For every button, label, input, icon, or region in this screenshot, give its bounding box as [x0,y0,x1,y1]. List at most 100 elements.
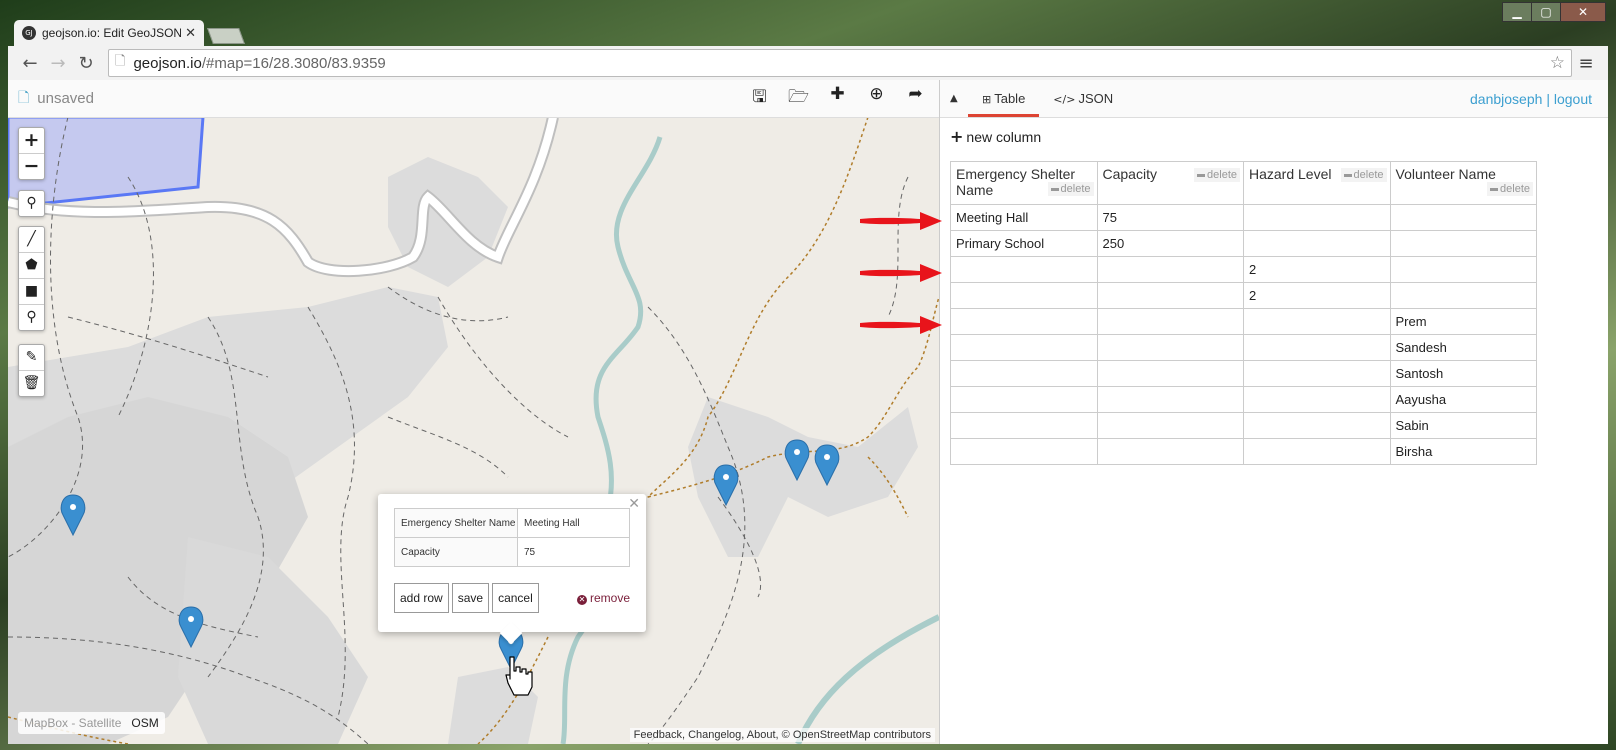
edit-layers-icon[interactable]: ✎ [19,345,44,371]
table-cell[interactable] [1389,282,1537,309]
table-cell[interactable] [1243,204,1391,231]
close-icon[interactable]: ✕ [628,496,640,512]
table-cell[interactable] [1096,438,1244,465]
map-header: 🗋 unsaved 🖫 🗁 ✚ ⊕ ➦ [8,80,939,118]
property-value[interactable]: Meeting Hall [517,508,630,538]
layer-satellite[interactable]: MapBox - Satellite [24,716,121,730]
draw-polygon-icon[interactable]: ⬟ [19,253,44,279]
table-row: Capacity 75 [394,537,630,567]
table-cell[interactable]: Sandesh [1389,334,1537,361]
new-column-button[interactable]: + new column [950,127,1608,146]
table-cell[interactable]: 250 [1096,230,1244,257]
delete-column-button[interactable]: delete [1340,168,1387,182]
cancel-button[interactable]: cancel [492,583,539,613]
table-cell[interactable] [1096,386,1244,413]
delete-column-button[interactable]: delete [1047,182,1094,196]
table-cell[interactable]: Primary School [950,230,1098,257]
table-cell[interactable] [1243,438,1391,465]
zoom-out-button[interactable]: − [19,154,44,179]
column-header[interactable]: Hazard Level delete [1243,161,1391,205]
table-cell[interactable] [950,438,1098,465]
property-key[interactable]: Capacity [394,537,518,567]
table-cell[interactable]: 2 [1243,256,1391,283]
table-row: Prem [950,308,1537,335]
delete-column-button[interactable]: delete [1487,182,1533,196]
table-cell[interactable] [950,256,1098,283]
table-cell[interactable]: Meeting Hall [950,204,1098,231]
layer-osm[interactable]: OSM [131,716,158,730]
table-cell[interactable] [1243,386,1391,413]
remove-button[interactable]: ✕ remove [576,591,630,605]
app-area: 🗋 unsaved 🖫 🗁 ✚ ⊕ ➦ + − ⚲ ╱ ⬟ ■ ⚲ ✎ 🗑 Ma… [8,80,1608,744]
draw-marker-icon[interactable]: ⚲ [19,305,44,330]
address-bar[interactable]: 🗋 geojson.io /#map=16/28.3080/83.9359 ☆ [108,49,1572,77]
table-cell[interactable]: Prem [1389,308,1537,335]
draw-rectangle-icon[interactable]: ■ [19,279,44,305]
map-canvas[interactable] [8,117,939,744]
table-cell[interactable] [950,360,1098,387]
table-cell[interactable] [950,282,1098,309]
forward-icon[interactable]: → [44,53,72,74]
search-icon[interactable]: ⚲ [19,191,44,216]
table-cell[interactable]: Aayusha [1389,386,1537,413]
column-header[interactable]: Volunteer Name delete [1389,161,1537,205]
table-cell[interactable] [1096,334,1244,361]
table-cell[interactable] [1389,204,1537,231]
close-tab-icon[interactable]: ✕ [185,25,196,41]
username-link[interactable]: danbjoseph [1470,91,1542,107]
map-attribution[interactable]: Feedback, Changelog, About, © OpenStreet… [629,728,935,742]
reload-icon[interactable]: ↻ [72,53,100,74]
property-value[interactable]: 75 [517,537,630,567]
bookmark-star-icon[interactable]: ☆ [1550,53,1565,73]
table-cell[interactable] [1243,308,1391,335]
property-key[interactable]: Emergency Shelter Name [394,508,518,538]
table-cell[interactable] [950,308,1098,335]
table-cell[interactable] [1096,308,1244,335]
tab-json[interactable]: </> JSON [1039,80,1127,117]
table-cell[interactable] [950,334,1098,361]
table-cell[interactable] [1389,230,1537,257]
table-cell[interactable] [1243,230,1391,257]
browser-menu-icon[interactable]: ≡ [1572,53,1600,74]
table-cell[interactable]: Sabin [1389,412,1537,439]
table-cell[interactable] [1096,282,1244,309]
back-icon[interactable]: ← [16,53,44,74]
delete-column-button[interactable]: delete [1194,168,1240,182]
table-cell[interactable] [1096,256,1244,283]
table-cell[interactable] [1096,412,1244,439]
table-cell[interactable] [950,386,1098,413]
table-cell[interactable] [1243,360,1391,387]
download-icon[interactable]: ⊕ [857,84,896,113]
share-icon[interactable]: ➦ [896,84,935,113]
collapse-caret-icon[interactable]: ▲ [950,93,968,104]
open-icon[interactable]: 🗁 [779,84,818,113]
browser-tab[interactable]: GJ geojson.io: Edit GeoJSON ✕ [14,20,204,46]
table-cell[interactable] [1389,256,1537,283]
new-tab-button[interactable] [207,28,245,44]
table-row: Sabin [950,412,1537,439]
close-window-button[interactable]: ✕ [1560,2,1606,22]
column-header[interactable]: Capacity delete [1096,161,1244,205]
table-cell[interactable]: Santosh [1389,360,1537,387]
table-cell[interactable] [950,412,1098,439]
table-cell[interactable] [1096,360,1244,387]
zoom-in-button[interactable]: + [19,128,44,154]
tab-table[interactable]: ⊞ Table [968,80,1040,117]
minus-icon [1197,173,1206,177]
column-header[interactable]: Emergency Shelter Name delete [950,161,1098,205]
table-cell[interactable]: 2 [1243,282,1391,309]
table-cell[interactable]: Birsha [1389,438,1537,465]
logout-link[interactable]: logout [1554,91,1592,107]
map-pane[interactable]: 🗋 unsaved 🖫 🗁 ✚ ⊕ ➦ + − ⚲ ╱ ⬟ ■ ⚲ ✎ 🗑 Ma… [8,80,940,744]
save-button[interactable]: save [451,583,490,613]
save-icon[interactable]: 🖫 [740,84,779,113]
table-cell[interactable]: 75 [1096,204,1244,231]
table-cell[interactable] [1243,334,1391,361]
add-row-button[interactable]: add row [394,583,449,613]
table-cell[interactable] [1243,412,1391,439]
trash-icon[interactable]: 🗑 [19,371,44,396]
minimize-button[interactable]: ▁ [1502,2,1532,22]
new-icon[interactable]: ✚ [818,84,857,113]
maximize-button[interactable]: ▢ [1531,2,1561,22]
draw-line-icon[interactable]: ╱ [19,227,44,253]
